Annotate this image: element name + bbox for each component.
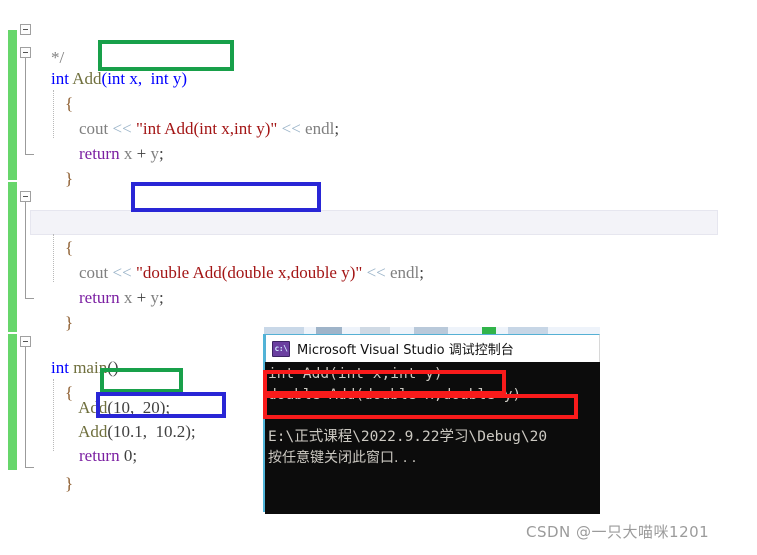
- code-line-brace-close-1: }: [48, 141, 73, 188]
- token-semicolon: ;: [190, 422, 196, 441]
- code-line-return-xy-2: return x + y;: [62, 260, 164, 307]
- token-endl: endl: [390, 263, 420, 282]
- code-line-return-zero: return 0;: [62, 418, 137, 465]
- token-semicolon: ;: [158, 288, 164, 307]
- code-line-brace-close-3: }: [48, 446, 73, 493]
- annotation-green-box-int-call: [100, 368, 183, 393]
- console-window-title: Microsoft Visual Studio 调试控制台: [297, 343, 514, 358]
- csdn-watermark: CSDN @一只大喵咪1201: [526, 523, 710, 541]
- indent-guide: [53, 379, 54, 451]
- token-keyword-return: return: [79, 144, 120, 163]
- token-var-y: y: [150, 288, 159, 307]
- indent-guide: [53, 234, 54, 282]
- token-keyword-return: return: [79, 288, 120, 307]
- indent-guide: [53, 90, 54, 138]
- token-shift-operator: <<: [281, 119, 301, 138]
- outlining-guide-double-add: [25, 202, 26, 298]
- token-int-param-list: (int x, int y): [101, 69, 188, 88]
- token-plus: +: [136, 288, 147, 307]
- code-line-return-xy-1: return x + y;: [62, 116, 164, 163]
- code-line-cout-int: cout << "int Add(int x,int y)" << endl;: [62, 91, 339, 138]
- token-semicolon: ;: [158, 144, 164, 163]
- token-semicolon: ;: [132, 446, 138, 465]
- outlining-guide-foot: [25, 154, 34, 155]
- annotation-red-box-console-int: [263, 370, 506, 395]
- annotation-blue-box-double-call: [96, 392, 226, 418]
- gutter-change-bar: [8, 334, 17, 470]
- console-window[interactable]: c:\ Microsoft Visual Studio 调试控制台 int Ad…: [263, 334, 600, 514]
- code-line-cout-double: cout << "double Add(double x,double y)" …: [62, 235, 424, 282]
- outlining-collapse-box-double-add[interactable]: [20, 191, 31, 202]
- token-keyword-return: return: [79, 446, 120, 465]
- annotation-red-box-console-double: [263, 394, 578, 419]
- token-shift-operator: <<: [366, 263, 386, 282]
- annotation-green-box-int-params: [98, 40, 234, 71]
- token-brace-close: }: [65, 474, 74, 493]
- outlining-guide-int-add: [25, 58, 26, 154]
- console-titlebar[interactable]: c:\ Microsoft Visual Studio 调试控制台: [265, 334, 600, 362]
- outlining-guide-main: [25, 347, 26, 467]
- token-string-double-add: "double Add(double x,double y)": [135, 263, 363, 282]
- token-plus: +: [136, 144, 147, 163]
- current-line-highlight: [30, 210, 718, 235]
- code-line-brace-open-1: {: [48, 66, 73, 113]
- token-endl: endl: [305, 119, 335, 138]
- annotation-blue-box-double-params: [131, 182, 321, 212]
- gutter-change-bar: [8, 182, 17, 332]
- console-line-press-any-key: 按任意键关闭此窗口. . .: [268, 450, 417, 466]
- token-semicolon: ;: [419, 263, 425, 282]
- outlining-collapse-box-main[interactable]: [20, 336, 31, 347]
- outlining-guide-foot: [25, 467, 34, 468]
- outlining-guide-foot: [20, 34, 30, 35]
- token-function-add: Add: [72, 69, 102, 88]
- outlining-guide-foot: [25, 298, 34, 299]
- token-semicolon: ;: [334, 119, 340, 138]
- console-app-icon: c:\: [272, 340, 290, 357]
- gutter-change-bar: [8, 30, 17, 180]
- code-line-main-signature: int main(): [34, 330, 119, 377]
- outlining-collapse-box-int-add[interactable]: [20, 47, 31, 58]
- console-icon-glyph: c:\: [274, 343, 288, 353]
- token-var-y: y: [150, 144, 159, 163]
- console-line-exe-path: E:\正式课程\2022.9.22学习\Debug\20: [268, 429, 548, 445]
- code-line-brace-close-2: }: [48, 285, 73, 332]
- code-line-brace-open-2: {: [48, 210, 73, 257]
